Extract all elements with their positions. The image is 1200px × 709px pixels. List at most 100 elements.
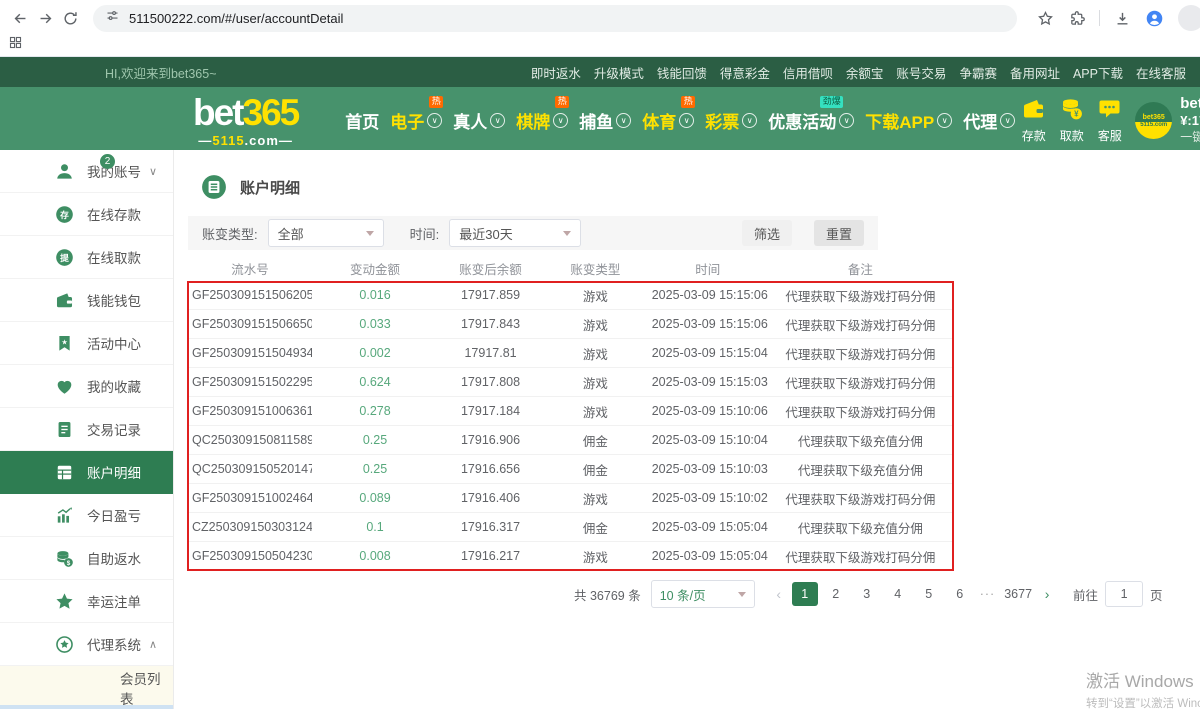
next-page-button[interactable]: ›	[1039, 586, 1055, 602]
nav-item-7[interactable]: 劲爆优惠活动∨	[765, 108, 857, 133]
bookmark-star-icon[interactable]	[1033, 6, 1057, 30]
page-button-3[interactable]: 3	[854, 582, 880, 606]
filter-button[interactable]: 筛选	[742, 220, 792, 246]
hot-badge: 热	[555, 96, 569, 108]
sidebar-item-5[interactable]: 我的收藏	[0, 365, 173, 408]
forward-button[interactable]	[37, 6, 54, 30]
sidebar-item-1[interactable]: 存在线存款	[0, 193, 173, 236]
topbar-link-2[interactable]: 钱能回馈	[657, 63, 707, 82]
table-cell: 0.008	[312, 549, 438, 563]
sidebar-item-4[interactable]: ★活动中心	[0, 322, 173, 365]
column-header-3: 账变类型	[543, 259, 648, 278]
table-cell: 2025-03-09 15:10:04	[648, 433, 768, 447]
change-type-select[interactable]: 全部	[268, 219, 384, 247]
topbar-link-4[interactable]: 信用借呗	[783, 63, 833, 82]
chevron-down-icon: ∨	[742, 113, 757, 128]
site-logo[interactable]: bet365 —5115.com—	[193, 94, 298, 147]
page-button-6[interactable]: 6	[947, 582, 973, 606]
topbar-link-3[interactable]: 得意彩金	[720, 63, 770, 82]
nav-item-0[interactable]: 首页	[342, 108, 382, 133]
nav-item-1[interactable]: 热电子∨	[387, 108, 445, 133]
time-range-select[interactable]: 最近30天	[449, 219, 581, 247]
nav-item-8[interactable]: 下载APP∨	[862, 108, 955, 133]
page-button-3677[interactable]: 3677	[1002, 582, 1034, 606]
page-title: 账户明细	[201, 174, 300, 200]
sidebar-item-12[interactable]: 会员列表	[0, 666, 173, 709]
prev-page-button[interactable]: ‹	[771, 586, 787, 602]
table-cell: 佣金	[543, 460, 648, 479]
pagination: 共 36769 条 10 条/页 ‹123456···3677› 前往 页	[574, 580, 1163, 608]
sidebar-item-11[interactable]: 代理系统∧	[0, 623, 173, 666]
profile-avatar[interactable]	[1142, 6, 1166, 30]
wallet-icon	[55, 291, 74, 310]
account-detail-table: 流水号变动金额账变后余额账变类型时间备注 GF25030915150620575…	[188, 255, 953, 571]
per-page-select[interactable]: 10 条/页	[651, 580, 755, 608]
nav-item-9[interactable]: 代理∨	[960, 108, 1018, 133]
sidebar-item-3[interactable]: 钱能钱包	[0, 279, 173, 322]
quick-action-label: 取款	[1060, 127, 1084, 144]
quick-action-0[interactable]: 存款	[1020, 97, 1047, 144]
page-title-text: 账户明细	[240, 177, 300, 198]
extensions-icon[interactable]	[1065, 6, 1089, 30]
sidebar-item-6[interactable]: 交易记录	[0, 408, 173, 451]
browser-menu-partial[interactable]	[1178, 5, 1200, 31]
topbar-link-7[interactable]: 争霸赛	[959, 63, 997, 82]
svg-text:$: $	[67, 559, 71, 566]
account-detail-icon	[201, 174, 227, 200]
topbar-link-6[interactable]: 账号交易	[896, 63, 946, 82]
total-count-text: 共 36769 条	[574, 585, 641, 604]
sidebar-item-2[interactable]: 提在线取款	[0, 236, 173, 279]
quick-action-2[interactable]: 客服	[1096, 97, 1123, 144]
per-page-value: 10 条/页	[660, 585, 706, 604]
table-cell: 0.089	[312, 491, 438, 505]
table-cell: 2025-03-09 15:15:06	[648, 317, 768, 331]
heart-icon	[55, 377, 74, 396]
topbar-link-1[interactable]: 升级模式	[594, 63, 644, 82]
page-button-4[interactable]: 4	[885, 582, 911, 606]
rebate-icon: $	[55, 549, 74, 568]
address-bar[interactable]: 511500222.com/#/user/accountDetail	[93, 5, 1017, 32]
one-click-recall-link[interactable]: 一键回归	[1180, 130, 1200, 146]
page-button-5[interactable]: 5	[916, 582, 942, 606]
sidebar-item-10[interactable]: 幸运注单	[0, 580, 173, 623]
sidebar-item-8[interactable]: 今日盈亏	[0, 494, 173, 537]
downloads-icon[interactable]	[1110, 6, 1134, 30]
table-cell: 2025-03-09 15:05:04	[648, 520, 768, 534]
nav-item-label: 代理	[963, 108, 997, 133]
reset-button[interactable]: 重置	[814, 220, 864, 246]
topbar-link-10[interactable]: 在线客服	[1136, 63, 1186, 82]
sidebar-item-0[interactable]: 我的账号2∨	[0, 150, 173, 193]
site-info-icon[interactable]	[105, 8, 120, 28]
table-row-7: GF250309151002464500.08917916.406游戏2025-…	[188, 484, 953, 513]
table-cell: 代理获取下级游戏打码分佣	[768, 489, 953, 508]
sidebar: 我的账号2∨存在线存款提在线取款钱能钱包★活动中心我的收藏交易记录账户明细今日盈…	[0, 150, 174, 709]
windows-activation-watermark: 激活 Windows 转到“设置”以激活 Winc	[1086, 667, 1200, 709]
topbar-link-8[interactable]: 备用网址	[1010, 63, 1060, 82]
goto-suffix: 页	[1150, 585, 1163, 604]
quick-action-1[interactable]: ¥取款	[1058, 97, 1085, 144]
apps-grid-icon[interactable]	[8, 35, 23, 55]
sidebar-item-7[interactable]: 账户明细	[0, 451, 173, 494]
column-header-2: 账变后余额	[438, 259, 543, 278]
nav-item-4[interactable]: 捕鱼∨	[576, 108, 634, 133]
sidebar-item-9[interactable]: $自助返水	[0, 537, 173, 580]
nav-item-6[interactable]: 彩票∨	[702, 108, 760, 133]
column-header-4: 时间	[648, 259, 768, 278]
nav-item-3[interactable]: 热棋牌∨	[513, 108, 571, 133]
table-cell: 游戏	[543, 547, 648, 566]
back-button[interactable]	[12, 6, 29, 30]
page-button-2[interactable]: 2	[823, 582, 849, 606]
goto-page-input[interactable]	[1105, 581, 1143, 607]
chevron-down-icon	[738, 592, 746, 597]
topbar-link-9[interactable]: APP下载	[1073, 63, 1123, 82]
nav-item-2[interactable]: 真人∨	[450, 108, 508, 133]
table-row-8: CZ250309150303124900.117916.317佣金2025-03…	[188, 513, 953, 542]
nav-item-label: 捕鱼	[579, 108, 613, 133]
topbar-links: 即时返水升级模式钱能回馈得意彩金信用借呗余额宝账号交易争霸赛备用网址 APP下载在…	[531, 63, 1200, 82]
table-row-3: GF250309151502295830.62417917.808游戏2025-…	[188, 368, 953, 397]
topbar-link-0[interactable]: 即时返水	[531, 63, 581, 82]
reload-button[interactable]	[62, 6, 79, 30]
page-button-1[interactable]: 1	[792, 582, 818, 606]
nav-item-5[interactable]: 热体育∨	[639, 108, 697, 133]
topbar-link-5[interactable]: 余额宝	[846, 63, 884, 82]
